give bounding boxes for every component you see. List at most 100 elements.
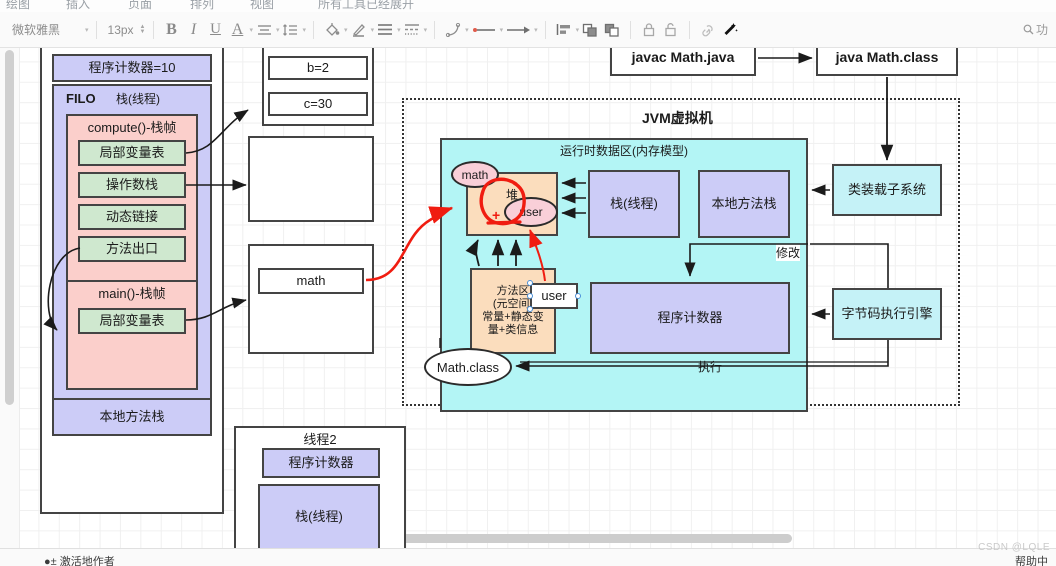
fill-color-icon[interactable] bbox=[321, 18, 343, 42]
toolbar-separator bbox=[544, 20, 546, 39]
class-loader-box[interactable]: 类装载子系统 bbox=[832, 164, 942, 216]
jvm-pc-counter[interactable]: 程序计数器 bbox=[590, 282, 790, 354]
chevron-down-icon[interactable]: ▾ bbox=[85, 26, 89, 34]
menu-item-draw[interactable]: 绘图 bbox=[6, 0, 30, 12]
java-command-box[interactable]: java Math.class bbox=[816, 48, 958, 76]
search-label: 功 bbox=[1035, 23, 1048, 37]
resize-handle-e[interactable] bbox=[575, 293, 581, 299]
jvm-stack-thread[interactable]: 栈(线程) bbox=[588, 170, 680, 238]
thread2-pc-counter-label: 程序计数器 bbox=[288, 454, 354, 470]
font-size-stepper[interactable]: ▲ ▼ bbox=[140, 24, 146, 35]
thread2-stack-label: 栈(线程) bbox=[295, 508, 343, 524]
method-area-box[interactable]: 方法区 (元空间) 常量+静态变 量+类信息 bbox=[470, 268, 556, 354]
math-class-ellipse[interactable]: Math.class bbox=[424, 348, 512, 386]
bring-forward-icon[interactable] bbox=[579, 18, 601, 42]
math-ref-box[interactable]: math bbox=[258, 268, 364, 294]
selected-user-shape[interactable]: user bbox=[530, 283, 578, 309]
main-row-label: 局部变量表 bbox=[99, 312, 165, 328]
statusbar-right-text[interactable]: 帮助中 bbox=[1015, 553, 1048, 566]
line-spacing-icon[interactable] bbox=[280, 18, 302, 42]
compute-row-dynamic-link[interactable]: 动态链接 bbox=[78, 204, 186, 230]
math-class-label: Math.class bbox=[436, 359, 500, 375]
jvm-title: JVM虚拟机 bbox=[642, 110, 713, 126]
align-objects-icon[interactable] bbox=[553, 18, 575, 42]
vertical-scrollbar[interactable] bbox=[5, 50, 14, 405]
main-frame[interactable]: main()-栈帧 bbox=[66, 280, 198, 390]
empty-frame-box[interactable] bbox=[248, 136, 374, 222]
italic-icon[interactable]: I bbox=[183, 18, 205, 42]
menu-item-arrange[interactable]: 排列 bbox=[190, 0, 214, 12]
horizontal-scrollbar[interactable] bbox=[372, 534, 792, 543]
compute-row-label: 局部变量表 bbox=[99, 144, 165, 160]
thread2-pc-counter[interactable]: 程序计数器 bbox=[262, 448, 380, 478]
native-method-stack-left[interactable]: 本地方法栈 bbox=[52, 398, 212, 436]
pc-counter-left[interactable]: 程序计数器=10 bbox=[52, 54, 212, 82]
var-c-box[interactable]: c=30 bbox=[268, 92, 368, 116]
edge-label-execute: 执行 bbox=[698, 358, 723, 375]
line-start-icon[interactable] bbox=[469, 18, 499, 42]
resize-handle-w[interactable] bbox=[527, 293, 533, 299]
line-style-icon[interactable] bbox=[374, 18, 396, 42]
menu-item-page[interactable]: 页面 bbox=[128, 0, 152, 12]
toolbar-separator bbox=[152, 20, 154, 39]
javac-command-box[interactable]: javac Math.java bbox=[610, 48, 756, 76]
statusbar: ●± 激活地作者 帮助中 bbox=[0, 548, 1056, 566]
statusbar-left-text[interactable]: ●± 激活地作者 bbox=[44, 553, 115, 566]
menubar[interactable]: 绘图 插入 页面 排列 视图 所有工具已经展开 bbox=[0, 0, 1056, 12]
thread2-stack[interactable]: 栈(线程) bbox=[258, 484, 380, 548]
unlock-icon[interactable] bbox=[660, 18, 682, 42]
compute-row-operand-stack[interactable]: 操作数栈 bbox=[78, 172, 186, 198]
main-frame-label: main()-栈帧 bbox=[98, 286, 166, 301]
align-icon[interactable] bbox=[253, 18, 275, 42]
stack-filo-label: FILO bbox=[66, 91, 96, 106]
send-backward-icon[interactable] bbox=[601, 18, 623, 42]
curve-icon[interactable] bbox=[442, 18, 464, 42]
menu-item-insert[interactable]: 插入 bbox=[66, 0, 90, 12]
chevron-down-icon[interactable]: ▾ bbox=[303, 26, 307, 34]
edge-label-modify: 修改 bbox=[776, 244, 801, 261]
pc-counter-left-label: 程序计数器=10 bbox=[88, 59, 176, 75]
jvm-native-method-stack[interactable]: 本地方法栈 bbox=[698, 170, 790, 238]
chevron-down-icon[interactable]: ▾ bbox=[534, 26, 538, 34]
line-color-icon[interactable] bbox=[348, 18, 370, 42]
class-loader-label: 类装载子系统 bbox=[847, 181, 926, 197]
heap-object-math[interactable]: math bbox=[451, 161, 499, 188]
chevron-down-icon[interactable]: ▾ bbox=[424, 26, 428, 34]
var-c-label: c=30 bbox=[303, 95, 333, 111]
text-color-icon[interactable]: A bbox=[227, 18, 249, 42]
dash-style-icon[interactable] bbox=[401, 18, 423, 42]
toolbar-separator bbox=[630, 20, 632, 39]
bold-icon[interactable]: B bbox=[161, 18, 183, 42]
search-features[interactable]: 功 bbox=[1023, 21, 1050, 38]
font-size-input[interactable]: 13px bbox=[104, 23, 138, 37]
compute-row-local-vars[interactable]: 局部变量表 bbox=[78, 140, 186, 166]
menu-item-view[interactable]: 视图 bbox=[250, 0, 274, 12]
bytecode-engine-box[interactable]: 字节码执行引擎 bbox=[832, 288, 942, 340]
toolbar-separator bbox=[95, 20, 97, 39]
compute-frame-label: compute()-栈帧 bbox=[87, 120, 177, 135]
math-frame-box[interactable] bbox=[248, 244, 374, 354]
menu-item-all-tools[interactable]: 所有工具已经展开 bbox=[318, 0, 414, 12]
var-b-label: b=2 bbox=[306, 59, 330, 75]
resize-handle-nw[interactable] bbox=[527, 280, 533, 286]
line-end-icon[interactable] bbox=[503, 18, 533, 42]
method-area-line: 方法区 bbox=[496, 285, 530, 298]
search-icon bbox=[1023, 24, 1034, 35]
diagram-canvas[interactable]: 程序计数器=10 FILO 栈(线程) compute()-栈帧 局部变量表 操… bbox=[0, 48, 1056, 548]
main-row-local-vars[interactable]: 局部变量表 bbox=[78, 308, 186, 334]
compute-row-label: 操作数栈 bbox=[105, 176, 158, 192]
selected-user-shape-label: user bbox=[541, 287, 567, 303]
jvm-native-method-stack-label: 本地方法栈 bbox=[711, 195, 777, 211]
compute-row-label: 方法出口 bbox=[105, 240, 158, 256]
underline-icon[interactable]: U bbox=[205, 18, 227, 42]
var-b-box[interactable]: b=2 bbox=[268, 56, 368, 80]
compute-row-method-exit[interactable]: 方法出口 bbox=[78, 236, 186, 262]
resize-handle-sw[interactable] bbox=[527, 306, 533, 312]
lock-icon[interactable] bbox=[638, 18, 660, 42]
watermark: CSDN @LQLE bbox=[978, 542, 1050, 553]
font-name-select[interactable]: 微软雅黑 bbox=[6, 21, 84, 38]
magic-wand-icon[interactable] bbox=[719, 18, 741, 42]
link-icon[interactable] bbox=[697, 18, 719, 42]
heap-object-user[interactable]: user bbox=[504, 197, 558, 227]
heap-object-user-label: user bbox=[519, 205, 543, 219]
